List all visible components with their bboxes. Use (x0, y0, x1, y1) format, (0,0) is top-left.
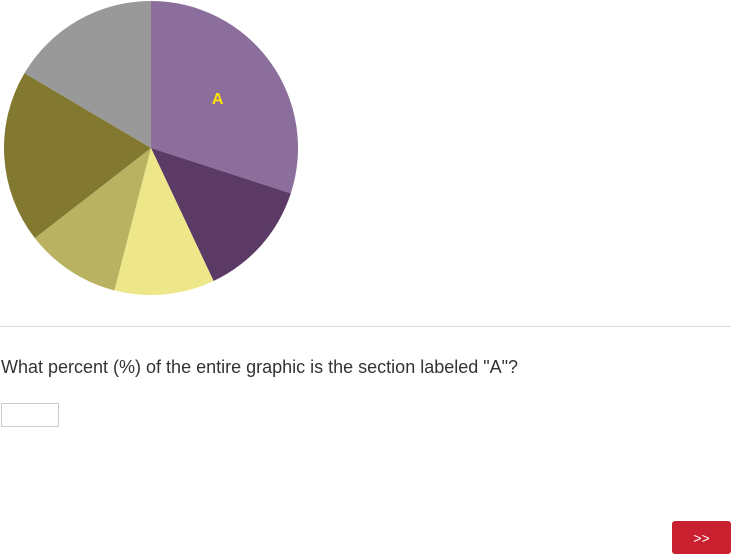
next-button[interactable]: >> (672, 521, 731, 554)
answer-input[interactable] (1, 403, 59, 427)
divider (0, 326, 731, 327)
pie-chart: A (0, 0, 300, 300)
pie-chart-svg: A (3, 0, 299, 295)
pie-slice-label: A (212, 91, 224, 108)
question-text: What percent (%) of the entire graphic i… (1, 357, 519, 377)
quiz-page: A What percent (%) of the entire graphic… (0, 0, 731, 555)
